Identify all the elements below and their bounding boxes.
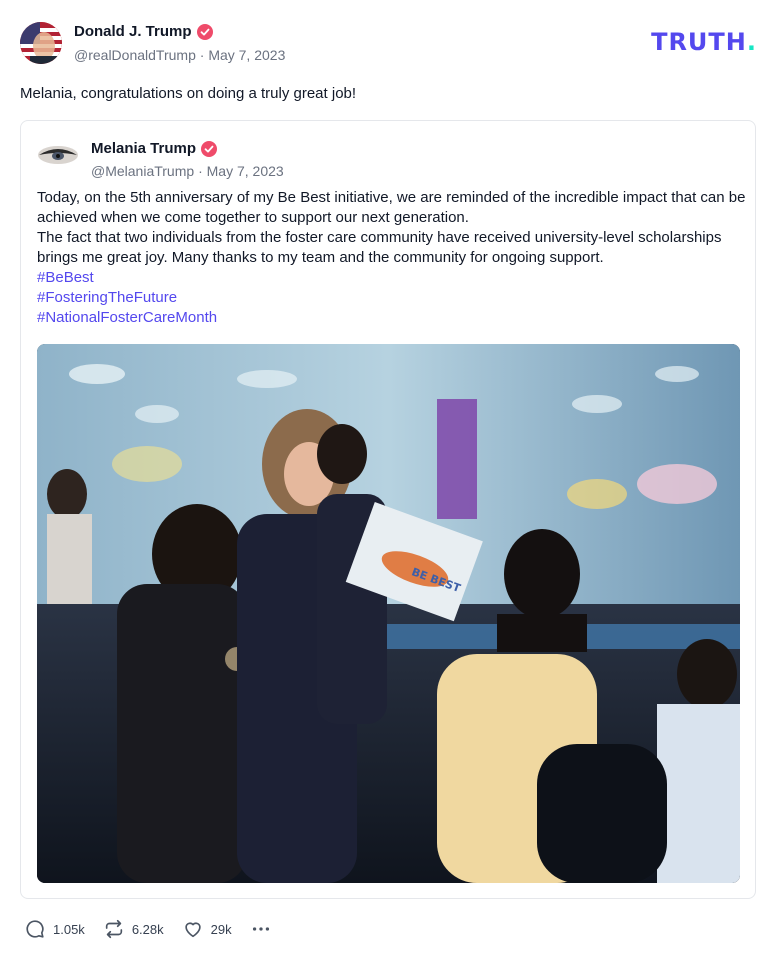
- action-bar: 1.05k 6.28k 29k: [24, 918, 272, 940]
- author-name-text: Donald J. Trump: [74, 23, 192, 40]
- quote-author-avatar[interactable]: [37, 143, 79, 167]
- hashtag-link[interactable]: #BeBest: [37, 268, 747, 288]
- retruth-count: 6.28k: [131, 921, 164, 937]
- retruth-button[interactable]: 6.28k: [103, 918, 164, 940]
- like-button[interactable]: 29k: [182, 918, 232, 940]
- post-text: Melania, congratulations on doing a trul…: [20, 85, 357, 102]
- quote-author-meta: @MelaniaTrump · May 7, 2023: [91, 162, 284, 180]
- retruth-icon: [105, 919, 122, 939]
- author-meta: @realDonaldTrump · May 7, 2023: [74, 46, 285, 64]
- heart-icon: [184, 922, 201, 938]
- author-name[interactable]: Donald J. Trump: [74, 22, 213, 42]
- reply-count: 1.05k: [53, 921, 85, 937]
- verified-badge-icon: [201, 141, 218, 157]
- quote-author-name-text: Melania Trump: [91, 140, 197, 157]
- more-options-icon: [252, 927, 269, 931]
- post-photo[interactable]: BE BEST: [37, 344, 740, 883]
- more-options-button[interactable]: [250, 918, 272, 940]
- meta-separator: ·: [199, 47, 205, 63]
- reply-button[interactable]: 1.05k: [24, 918, 85, 940]
- author-avatar[interactable]: [20, 22, 62, 64]
- quote-body: Today, on the 5th anniversary of my Be B…: [37, 188, 747, 328]
- flag-avatar-icon: [20, 22, 62, 64]
- post-date[interactable]: May 7, 2023: [208, 47, 285, 63]
- quote-author-handle[interactable]: @MelaniaTrump: [91, 163, 194, 179]
- hashtag-link[interactable]: #NationalFosterCareMonth: [37, 308, 747, 328]
- logo-dot: .: [746, 28, 757, 56]
- verified-badge-icon: [196, 24, 213, 40]
- photo-illustration: BE BEST: [37, 344, 740, 883]
- reply-icon: [26, 920, 44, 938]
- logo-text: TRUTH: [651, 28, 747, 56]
- quote-date[interactable]: May 7, 2023: [207, 163, 284, 179]
- quote-paragraph: The fact that two individuals from the f…: [37, 229, 722, 266]
- truth-logo[interactable]: TRUTH.: [651, 28, 757, 56]
- hashtag-link[interactable]: #FosteringTheFuture: [37, 288, 747, 308]
- author-handle[interactable]: @realDonaldTrump: [74, 47, 196, 63]
- quote-paragraph: Today, on the 5th anniversary of my Be B…: [37, 189, 746, 226]
- truth-post: Donald J. Trump @realDonaldTrump · May 7…: [0, 0, 777, 961]
- like-count: 29k: [210, 921, 232, 937]
- quote-author-name[interactable]: Melania Trump: [91, 139, 218, 159]
- meta-separator: ·: [198, 163, 203, 179]
- quoted-post[interactable]: Melania Trump @MelaniaTrump · May 7, 202…: [20, 120, 756, 899]
